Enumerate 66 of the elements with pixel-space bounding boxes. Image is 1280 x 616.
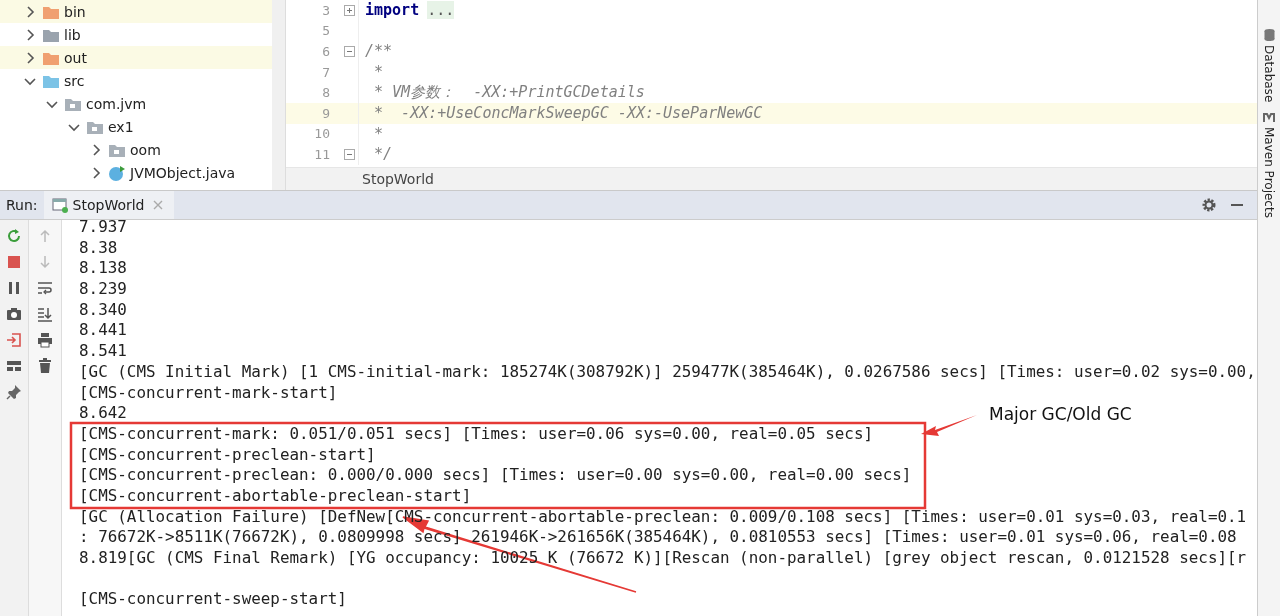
- code-comment: /**: [364, 42, 393, 61]
- code-comment: */: [373, 145, 393, 164]
- line-number: 8: [321, 85, 331, 101]
- console-line: [CMS-concurrent-sweep-start]: [79, 589, 347, 611]
- console-icon: [51, 197, 68, 213]
- breadcrumb[interactable]: StopWorld: [286, 167, 1257, 190]
- scroll-to-end-icon[interactable]: [37, 306, 53, 322]
- fold-expand-icon[interactable]: [343, 4, 355, 16]
- code-comment: *: [373, 63, 384, 82]
- tree-item[interactable]: src: [0, 69, 272, 92]
- console-line: 8.340: [79, 299, 127, 321]
- console-line: [CMS-concurrent-mark: 0.051/0.051 secs] [Times: user=0.06 sys=0.00, real=0.05 secs]: [79, 423, 874, 445]
- console-line: 7.937: [79, 220, 127, 238]
- console-line: [CMS-concurrent-preclean: 0.000/0.000 secs] [Times: user=0.00 sys=0.00, real=0.00 secs]: [79, 465, 912, 486]
- tree-item[interactable]: com.jvm: [0, 92, 272, 115]
- code-comment: * -XX:+UseConcMarkSweepGC -XX:-UseParNewGC: [373, 104, 763, 123]
- console-line: [GC (Allocation Failure) [DefNew[CMS-concurrent-abortable-preclean: 0.009/0.108 secs] [Times: user=0.01 sys=0.03, real=0.1: [79, 506, 1247, 528]
- console-line: 8.239: [79, 279, 127, 300]
- maven-m-icon: [1262, 110, 1276, 124]
- soft-wrap-icon[interactable]: [37, 280, 53, 296]
- line-number: 11: [313, 146, 331, 162]
- code-comment: * VM参数： -XX:+PrintGCDetails: [373, 83, 645, 103]
- run-label: Run:: [5, 197, 39, 213]
- rerun-icon[interactable]: [6, 228, 22, 244]
- line-number: 7: [321, 64, 331, 80]
- code-keyword: import: [365, 1, 420, 20]
- console-line: 8.541: [79, 341, 127, 362]
- console-line: 8.642: [79, 403, 127, 424]
- line-number: 10: [313, 126, 331, 142]
- console-line: [CMS-concurrent-preclean-start]: [79, 444, 376, 466]
- console-line: [CMS-concurrent-abortable-preclean-start]: [79, 485, 472, 507]
- console-line: 8.138: [79, 258, 127, 280]
- pause-icon[interactable]: [6, 280, 22, 296]
- trash-icon[interactable]: [37, 358, 53, 374]
- side-tab[interactable]: Maven Projects: [1262, 110, 1276, 219]
- line-number: 3: [321, 2, 331, 18]
- class-icon: [108, 164, 126, 181]
- side-tab[interactable]: Database: [1262, 28, 1276, 103]
- tree-item[interactable]: JVMObject.java: [0, 161, 272, 184]
- line-number: 5: [321, 23, 331, 39]
- console-line: 8.441: [79, 320, 127, 342]
- exit-icon[interactable]: [6, 332, 22, 348]
- tree-item[interactable]: out: [0, 46, 272, 69]
- camera-icon[interactable]: [6, 306, 22, 322]
- code-comment: *: [373, 124, 384, 143]
- annotation-label: Major GC/Old GC: [989, 404, 1132, 424]
- console-line: [GC (CMS Initial Mark) [1 CMS-initial-mark: 185274K(308792K)] 259477K(385464K), 0.0267586 secs] [Times: user=0.02 sys=0.00,: [79, 361, 1256, 383]
- tree-item[interactable]: lib: [0, 23, 272, 46]
- line-number: 9: [321, 105, 331, 121]
- folded-code[interactable]: ...: [427, 1, 455, 20]
- tree-item[interactable]: bin: [0, 0, 272, 23]
- settings-icon[interactable]: [1201, 197, 1217, 213]
- fold-collapse-icon[interactable]: [343, 148, 355, 160]
- layout-icon[interactable]: [6, 358, 22, 374]
- console-line: : 76672K->8511K(76672K), 0.0809998 secs] 261946K->261656K(385464K), 0.0810553 secs] [Times: user=0.01 sys=0.06, real=0.08: [79, 527, 1237, 548]
- stop-icon[interactable]: [6, 254, 22, 270]
- run-tab[interactable]: StopWorld: [43, 191, 174, 219]
- pin-icon[interactable]: [6, 384, 22, 400]
- print-icon[interactable]: [37, 332, 53, 348]
- tree-item[interactable]: ex1: [0, 115, 272, 138]
- console-line: [CMS-concurrent-mark-start]: [79, 382, 338, 404]
- database-icon: [1262, 28, 1276, 41]
- console-line: 8.38: [79, 237, 118, 259]
- tree-item[interactable]: oom: [0, 138, 272, 161]
- fold-collapse-icon[interactable]: [343, 46, 355, 57]
- line-number: 6: [321, 44, 331, 59]
